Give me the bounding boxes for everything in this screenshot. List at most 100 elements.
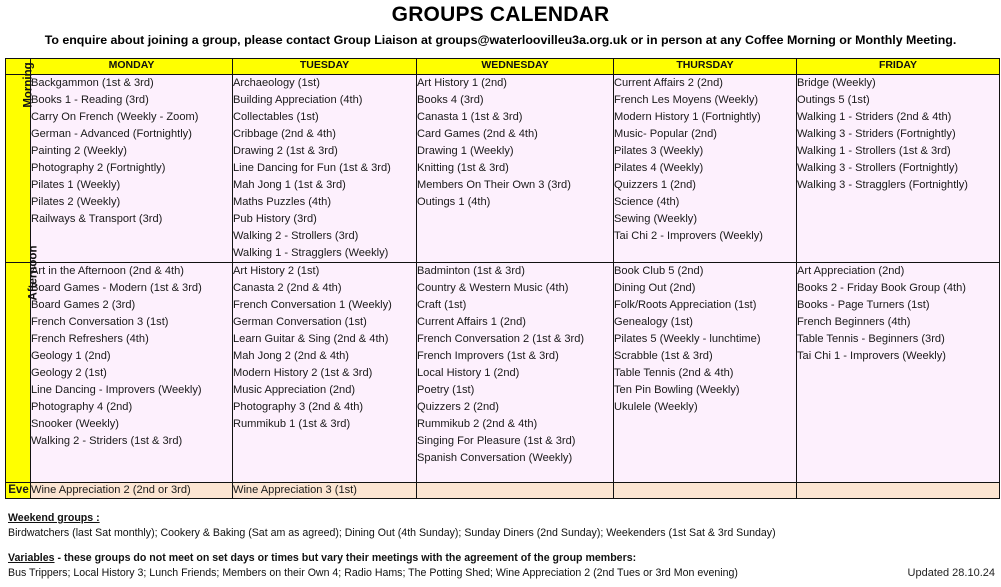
day-header-row: MONDAY TUESDAY WEDNESDAY THURSDAY FRIDAY (5, 58, 1000, 75)
group-item: Scrabble (1st & 3rd) (614, 350, 713, 362)
cell-afternoon-friday: Art Appreciation (2nd) Books 2 - Friday B… (796, 262, 1000, 483)
group-item: Drawing 1 (Weekly) (417, 145, 514, 157)
group-item: Table Tennis (2nd & 4th) (614, 367, 734, 379)
group-item: French Conversation 3 (1st) (31, 316, 169, 328)
group-item: Sewing (Weekly) (614, 213, 698, 225)
day-header-monday: MONDAY (30, 58, 233, 75)
group-item: Modern History 1 (Fortnightly) (614, 111, 761, 123)
morning-row: Morning Backgammon (1st & 3rd) Books 1 - … (5, 62, 1000, 263)
group-item: Outings 5 (1st) (797, 94, 870, 106)
cell-afternoon-tuesday: Art History 2 (1st) Canasta 2 (2nd & 4th)… (232, 262, 417, 483)
group-item: Outings 1 (4th) (417, 196, 491, 208)
cell-morning-wednesday: Art History 1 (2nd) Books 4 (3rd) Canasta … (416, 74, 614, 263)
group-item: Current Affairs 1 (2nd) (417, 316, 526, 328)
group-item: Learn Guitar & Sing (2nd & 4th) (233, 333, 389, 345)
row-label-morning-cell: Morning (5, 62, 35, 263)
page-subtitle: To enquire about joining a group, please… (44, 33, 957, 47)
group-item: Books - Page Turners (1st) (797, 299, 930, 311)
day-header-tuesday: TUESDAY (232, 58, 417, 75)
group-item: Singing For Pleasure (1st & 3rd) (417, 435, 576, 447)
group-item: Rummikub 1 (1st & 3rd) (233, 418, 351, 430)
group-item: Quizzers 2 (2nd) (417, 401, 500, 413)
group-item: Archaeology (1st) (233, 77, 320, 89)
group-item: French Conversation 2 (1st & 3rd) (417, 333, 585, 345)
cell-morning-thursday: Current Affairs 2 (2nd) French Les Moyens… (613, 74, 797, 263)
variables-intro-text: - these groups do not meet on set days o… (54, 552, 637, 564)
weekend-groups-heading: Weekend groups : (8, 512, 100, 524)
group-item: Walking 3 - Strollers (Fortnightly) (797, 162, 959, 174)
group-item: Art History 2 (1st) (233, 265, 320, 277)
group-item: Local History 1 (2nd) (417, 367, 520, 379)
group-item: Badminton (1st & 3rd) (417, 265, 525, 277)
group-item: French Improvers (1st & 3rd) (417, 350, 559, 362)
group-item: Maths Puzzles (4th) (233, 196, 332, 208)
group-item: Books 1 - Reading (3rd) (31, 94, 149, 106)
group-item: Tai Chi 1 - Improvers (Weekly) (797, 350, 946, 362)
group-item: Dining Out (2nd) (614, 282, 696, 294)
variables-heading: Variables (8, 552, 55, 564)
variables-groups-list: Bus Trippers; Local History 3; Lunch Fri… (8, 567, 738, 579)
cell-afternoon-thursday: Book Club 5 (2nd) Dining Out (2nd) Folk/Ro… (613, 262, 797, 483)
group-item: Pub History (3rd) (233, 213, 317, 225)
group-item: French Beginners (4th) (797, 316, 911, 328)
weekend-groups-list: Birdwatchers (last Sat monthly); Cookery… (8, 527, 776, 539)
group-item: Walking 1 - Striders (2nd & 4th) (797, 111, 952, 123)
group-item: Snooker (Weekly) (31, 418, 119, 430)
group-item: Wine Appreciation 3 (1st) (233, 484, 357, 496)
group-item: Music Appreciation (2nd) (233, 384, 356, 396)
group-item: Pilates 2 (Weekly) (31, 196, 121, 208)
group-item: Pilates 4 (Weekly) (614, 162, 704, 174)
group-item: Walking 1 - Strollers (1st & 3rd) (797, 145, 951, 157)
variables-intro: Variables - these groups do not meet on … (8, 552, 636, 564)
row-label-eve: Eve (5, 482, 31, 499)
group-item: Geology 1 (2nd) (31, 350, 111, 362)
group-item: Board Games - Modern (1st & 3rd) (31, 282, 202, 294)
cell-eve-tuesday: Wine Appreciation 3 (1st) (232, 482, 417, 499)
group-item: Canasta 1 (1st & 3rd) (417, 111, 523, 123)
group-item: French Les Moyens (Weekly) (614, 94, 759, 106)
updated-date: Updated 28.10.24 (907, 567, 995, 579)
day-header-thursday: THURSDAY (613, 58, 797, 75)
day-header-wednesday: WEDNESDAY (416, 58, 614, 75)
group-item: Mah Jong 2 (2nd & 4th) (233, 350, 349, 362)
group-item: Photography 2 (Fortnightly) (31, 162, 166, 174)
group-item: Ten Pin Bowling (Weekly) (614, 384, 740, 396)
group-item: Folk/Roots Appreciation (1st) (614, 299, 757, 311)
group-item: French Refreshers (4th) (31, 333, 149, 345)
group-item: Drawing 2 (1st & 3rd) (233, 145, 338, 157)
group-item: Art History 1 (2nd) (417, 77, 508, 89)
cell-morning-monday: Backgammon (1st & 3rd) Books 1 - Reading … (30, 74, 233, 263)
group-item: Quizzers 1 (2nd) (614, 179, 697, 191)
group-item: Carry On French (Weekly - Zoom) (31, 111, 199, 123)
group-item: Railways & Transport (3rd) (31, 213, 163, 225)
group-item: Photography 3 (2nd & 4th) (233, 401, 364, 413)
group-item: Pilates 5 (Weekly - lunchtime) (614, 333, 761, 345)
group-item: Painting 2 (Weekly) (31, 145, 127, 157)
cell-morning-friday: Bridge (Weekly) Outings 5 (1st) Walking 1 … (796, 74, 1000, 263)
group-item: Cribbage (2nd & 4th) (233, 128, 337, 140)
group-item: Craft (1st) (417, 299, 467, 311)
group-item: Ukulele (Weekly) (614, 401, 698, 413)
group-item: Walking 1 - Stragglers (Weekly) (233, 247, 389, 259)
group-item: Wine Appreciation 2 (2nd or 3rd) (31, 484, 191, 496)
group-item: Modern History 2 (1st & 3rd) (233, 367, 373, 379)
group-item: Knitting (1st & 3rd) (417, 162, 509, 174)
group-item: Tai Chi 2 - Improvers (Weekly) (614, 230, 763, 242)
page-title: GROUPS CALENDAR (391, 3, 610, 26)
group-item: Book Club 5 (2nd) (614, 265, 704, 277)
group-item: Bridge (Weekly) (797, 77, 876, 89)
cell-eve-thursday (613, 482, 797, 499)
group-item: Backgammon (1st & 3rd) (31, 77, 154, 89)
group-item: Building Appreciation (4th) (233, 94, 363, 106)
group-item: Walking 3 - Stragglers (Fortnightly) (797, 179, 968, 191)
cell-eve-monday: Wine Appreciation 2 (2nd or 3rd) (30, 482, 233, 499)
group-item: Line Dancing for Fun (1st & 3rd) (233, 162, 391, 174)
group-item: Genealogy (1st) (614, 316, 693, 328)
eve-row: Eve Wine Appreciation 2 (2nd or 3rd) Win… (5, 482, 1000, 499)
group-item: Pilates 3 (Weekly) (614, 145, 704, 157)
row-label-morning: Morning (22, 62, 35, 108)
day-header-friday: FRIDAY (796, 58, 1000, 75)
group-item: Walking 2 - Striders (1st & 3rd) (31, 435, 183, 447)
group-item: Pilates 1 (Weekly) (31, 179, 121, 191)
group-item: Art Appreciation (2nd) (797, 265, 905, 277)
